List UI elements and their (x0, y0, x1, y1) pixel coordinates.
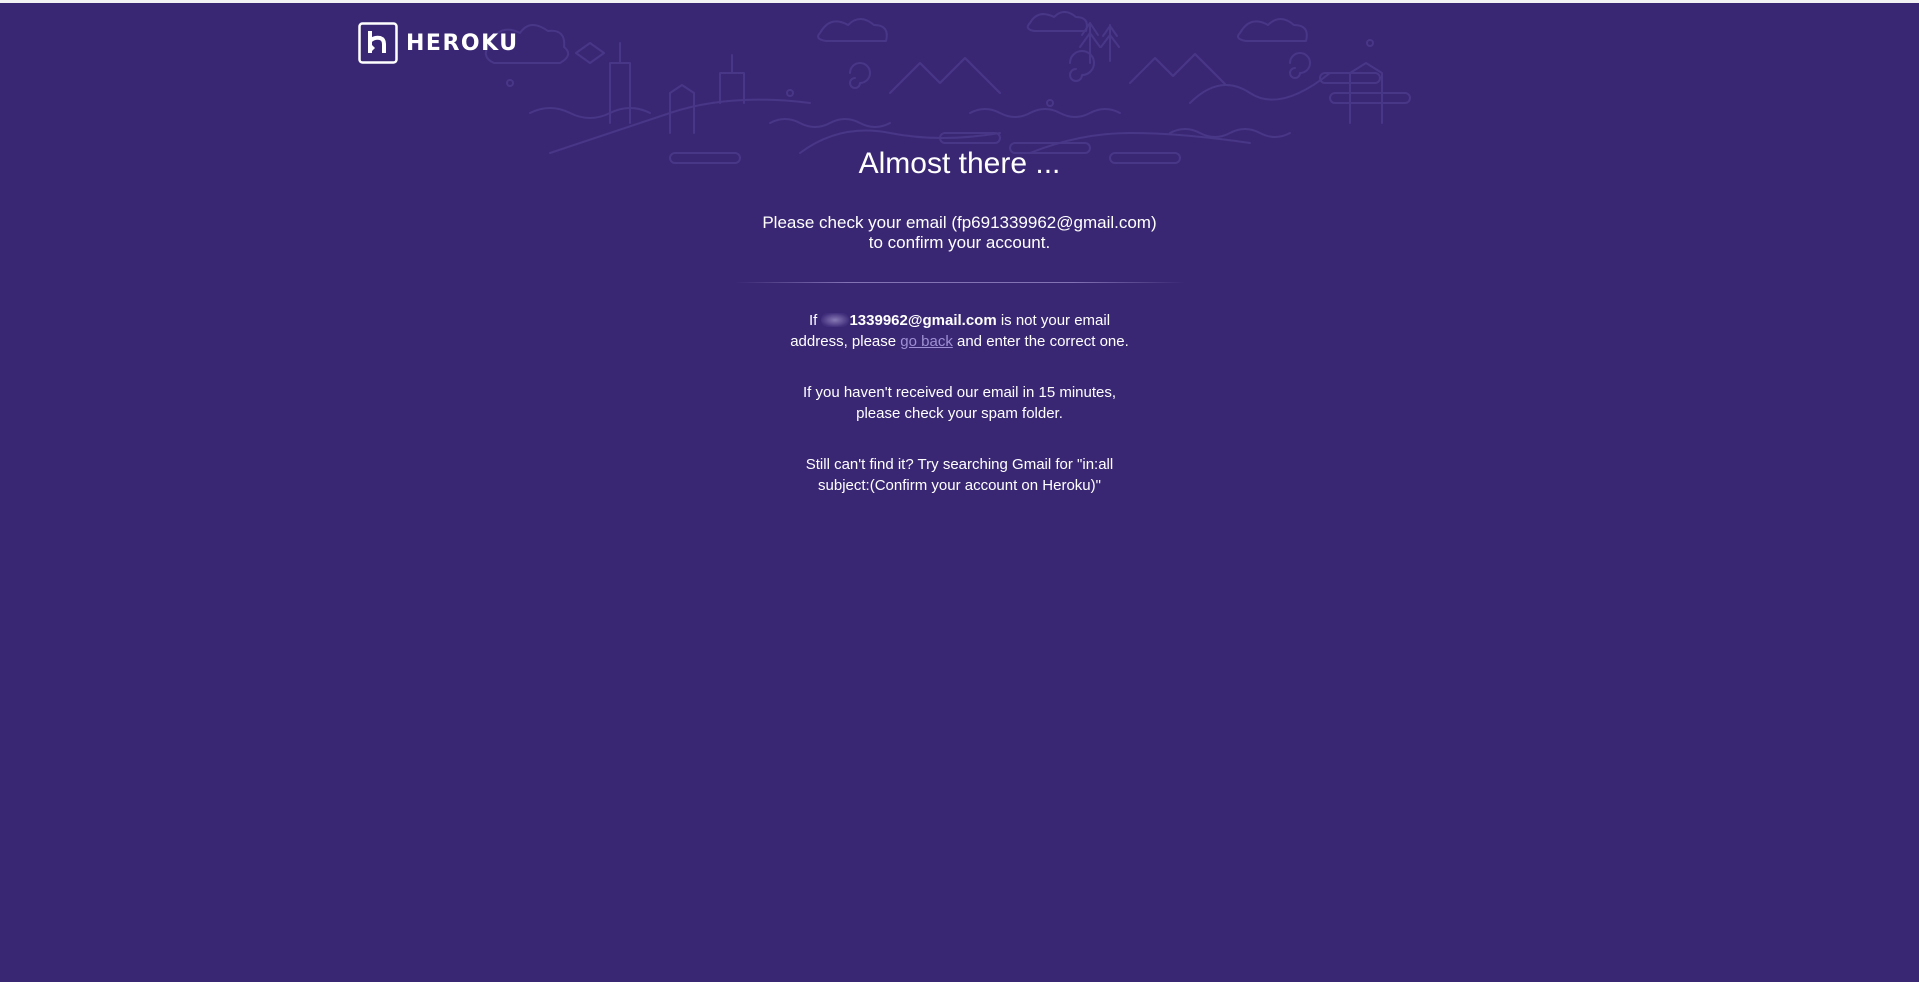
user-email: 1339962@gmail.com (849, 312, 997, 329)
search-hint-line-1: Still can't find it? Try searching Gmail… (805, 456, 1114, 473)
wrong-email-prefix: If (808, 312, 818, 329)
spam-notice-line-1: If you haven't received our email in 15 … (802, 384, 1117, 401)
wrong-email-middle: is not your email (1000, 312, 1111, 329)
spam-notice: If you haven't received our email in 15 … (0, 382, 1919, 424)
redacted-email-prefix (821, 313, 850, 327)
check-email-line-2: to confirm your account. (868, 233, 1051, 252)
page-title: Almost there ... (858, 147, 1061, 180)
wrong-email-line-2-end: and enter the correct one. (957, 333, 1129, 350)
check-email-message: Please check your email (fp691339962@gma… (0, 213, 1919, 253)
check-email-line-1: Please check your email (fp691339962@gma… (762, 213, 1157, 232)
heroku-wordmark: HEROKU (406, 30, 519, 56)
search-hint-line-2: subject:(Confirm your account on Heroku)… (818, 477, 1101, 494)
search-hint: Still can't find it? Try searching Gmail… (0, 454, 1919, 496)
spam-notice-line-2: please check your spam folder. (856, 405, 1063, 422)
heroku-logo[interactable]: HEROKU (358, 22, 519, 64)
go-back-link[interactable]: go back (900, 333, 953, 350)
wrong-email-message: If 1339962@gmail.com is not your email a… (0, 310, 1919, 352)
section-divider (735, 282, 1185, 283)
heroku-logo-icon (358, 22, 398, 64)
wrong-email-line-2-start: address, please (790, 333, 897, 350)
